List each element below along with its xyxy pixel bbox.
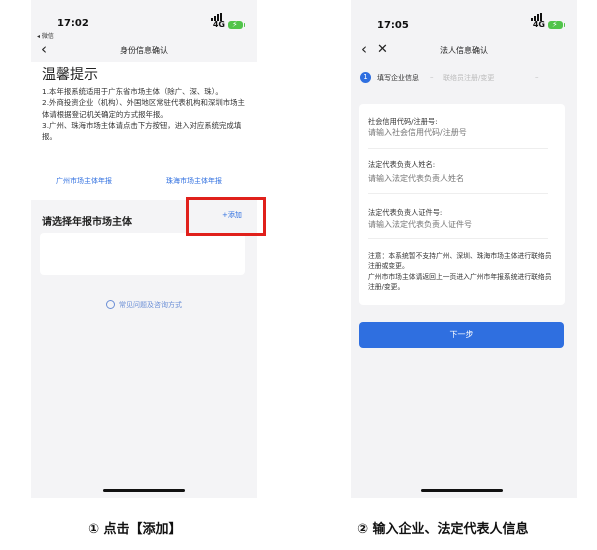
legal-rep-id-input[interactable] <box>368 220 553 229</box>
step-indicator: 1 填写企业信息 – 联络员注册/变更 – <box>351 68 577 90</box>
faq-label: 常见问题及咨询方式 <box>119 301 182 309</box>
page-title: 身份信息确认 <box>120 46 168 55</box>
step-2-label: 联络员注册/变更 <box>443 74 495 82</box>
step-divider-icon: – <box>535 73 539 81</box>
step-1-label: 填写企业信息 <box>377 74 419 82</box>
credit-code-label: 社会信用代码/注册号: <box>368 117 438 126</box>
headset-icon <box>106 300 115 309</box>
status-time: 17:02 <box>57 18 89 29</box>
field-divider <box>368 193 548 194</box>
step-divider-icon: – <box>430 73 434 81</box>
tip-line: 1.本年报系统适用于广东省市场主体（除广、深、珠）。 <box>42 87 223 96</box>
nav-bar: ‹ ✕ 法人信息确认 <box>351 38 577 64</box>
notice-line: 广州市市场主体请返回上一页进入广州市年报系统进行联络员注册/变更。 <box>368 272 552 292</box>
network-label: 4G <box>212 20 225 29</box>
legal-rep-id-label: 法定代表负责人证件号: <box>368 208 443 217</box>
step-1-number: 1 <box>360 72 371 83</box>
tip-title: 温馨提示 <box>42 67 98 83</box>
tip-text: 1.本年报系统适用于广东省市场主体（除广、深、珠）。 2.外商投资企业（机构）、… <box>42 86 247 142</box>
notice-line: 注意：本系统暂不支持广州、深圳、珠海市场主体进行联络员注册或变更。 <box>368 252 552 271</box>
home-indicator <box>103 489 185 492</box>
zhuhai-report-link[interactable]: 珠海市场主体年报 <box>166 176 222 186</box>
status-bar: 17:05 4G ⚡ <box>351 0 577 31</box>
field-divider <box>368 148 548 149</box>
left-phone-screen: 17:02 ◂ 微信 4G ⚡ ‹ 身份信息确认 温馨提示 1.本年报系统适用于… <box>31 0 257 498</box>
status-bar: 17:02 ◂ 微信 4G ⚡ <box>31 0 257 40</box>
notice-text: 注意：本系统暂不支持广州、深圳、珠海市场主体进行联络员注册或变更。 广州市市场主… <box>368 251 554 293</box>
status-time: 17:05 <box>377 20 409 31</box>
right-phone-screen: 17:05 4G ⚡ ‹ ✕ 法人信息确认 1 填写企业信息 – 联络员注册/变… <box>351 0 577 498</box>
select-entity-title: 请选择年报市场主体 <box>42 217 132 228</box>
battery-icon: ⚡ <box>228 20 245 29</box>
entity-list-card <box>40 233 245 275</box>
faq-link[interactable]: 常见问题及咨询方式 <box>31 300 257 310</box>
add-button-highlight-box <box>186 197 266 236</box>
caption-left: ① 点击【添加】 <box>88 522 182 537</box>
guangzhou-report-link[interactable]: 广州市场主体年报 <box>56 176 112 186</box>
tip-line: 2.外商投资企业（机构）、外国地区常驻代表机构和深圳市场主体请根据登记机关确定的… <box>42 98 245 119</box>
page-title: 法人信息确认 <box>440 46 488 55</box>
tip-line: 3.广州、珠海市场主体请点击下方按钮，进入对应系统完成填报。 <box>42 120 242 142</box>
legal-rep-name-input[interactable] <box>368 174 553 183</box>
legal-rep-name-label: 法定代表负责人姓名: <box>368 160 436 169</box>
network-label: 4G <box>532 20 545 29</box>
credit-code-input[interactable] <box>368 128 553 137</box>
home-indicator <box>421 489 503 492</box>
battery-icon: ⚡ <box>548 20 565 29</box>
caption-right: ② 输入企业、法定代表人信息 <box>357 522 529 537</box>
nav-bar: ‹ 身份信息确认 <box>31 38 257 64</box>
next-step-button[interactable]: 下一步 <box>359 322 564 348</box>
field-divider <box>368 238 548 239</box>
